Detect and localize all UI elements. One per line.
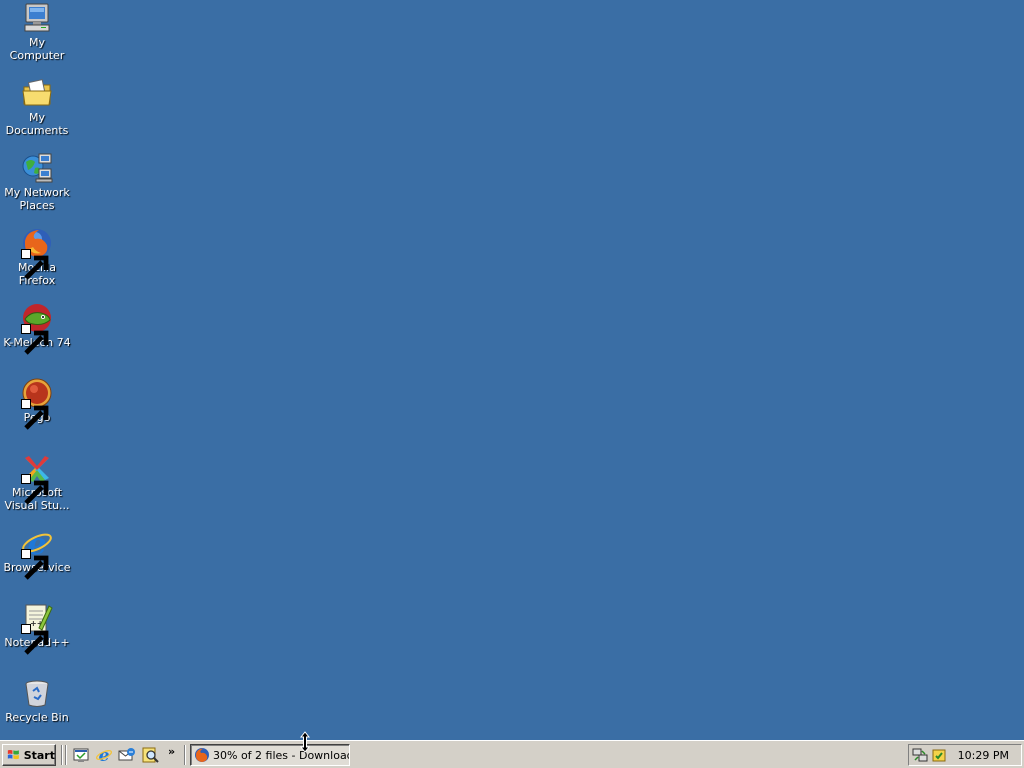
svg-text:e: e: [99, 746, 110, 764]
firefox-icon: [195, 748, 209, 762]
desktop-icon-visual-studio[interactable]: Microsoft Visual Stu...: [0, 452, 74, 512]
security-icon[interactable]: [931, 747, 947, 763]
desktop-icon-label: My Documents: [5, 111, 69, 137]
shortcut-arrow-icon: [21, 324, 49, 355]
task-button-label: 30% of 2 files - Downloads: [213, 748, 350, 762]
documents-folder-icon: [21, 77, 53, 109]
recycle-bin-icon: [21, 677, 53, 709]
desktop-icon-my-documents[interactable]: My Documents: [0, 77, 74, 137]
desktop-icon-notepad-plus-plus[interactable]: ++ Notepad++: [0, 602, 74, 655]
desktop-icon-label: My Computer: [9, 36, 65, 62]
desktop-icon-my-computer[interactable]: My Computer: [0, 2, 74, 62]
computer-icon: [21, 2, 53, 34]
desktop-icon-my-network-places[interactable]: My Network Places: [0, 152, 74, 212]
desktop-icon-recycle-bin[interactable]: Recycle Bin: [0, 677, 74, 724]
internet-explorer-icon: e: [21, 527, 53, 580]
show-desktop-icon[interactable]: [72, 746, 90, 764]
outlook-express-icon[interactable]: [118, 746, 136, 764]
desktop-icon-browservice[interactable]: e Browservice: [0, 527, 74, 580]
taskbar-separator: [65, 745, 67, 765]
shortcut-arrow-icon: [21, 249, 49, 280]
pego-icon: [21, 377, 53, 430]
taskbar-separator: [61, 745, 63, 765]
shortcut-arrow-icon: [21, 399, 49, 430]
taskbar: Start e » 30% of 2 files - Downloads 10:…: [0, 740, 1024, 768]
desktop-icon-mozilla-firefox[interactable]: Mozilla Firefox: [0, 227, 74, 287]
desktop-icon-label: My Network Places: [4, 186, 70, 212]
internet-explorer-icon[interactable]: e: [95, 746, 113, 764]
desktop-icon-pego[interactable]: Pego: [0, 377, 74, 430]
shortcut-arrow-icon: [21, 624, 49, 655]
shortcut-arrow-icon: [21, 549, 49, 580]
windows-flag-icon: [7, 749, 19, 760]
start-button[interactable]: Start: [2, 744, 56, 766]
resize-cursor-icon: [299, 731, 311, 753]
network-places-icon: [21, 152, 53, 184]
desktop-icon-k-meleon[interactable]: K-Meleon 74: [0, 302, 74, 355]
firefox-icon: [21, 227, 53, 280]
desktop-icon-label: Recycle Bin: [5, 711, 69, 724]
visual-studio-icon: [21, 452, 53, 505]
system-tray: 10:29 PM: [908, 744, 1022, 766]
desktop[interactable]: My Computer My Documents My Network Plac…: [0, 0, 1024, 740]
start-label: Start: [23, 748, 55, 762]
network-connection-icon[interactable]: [912, 747, 928, 763]
clock[interactable]: 10:29 PM: [958, 749, 1009, 762]
shortcut-arrow-icon: [21, 474, 49, 505]
notepad-plus-plus-icon: ++: [21, 602, 53, 655]
search-icon[interactable]: [141, 746, 159, 764]
task-button-downloads[interactable]: 30% of 2 files - Downloads: [190, 744, 350, 766]
quick-launch-chevron[interactable]: »: [168, 745, 175, 758]
k-meleon-icon: [21, 302, 53, 355]
taskbar-separator: [184, 745, 186, 765]
